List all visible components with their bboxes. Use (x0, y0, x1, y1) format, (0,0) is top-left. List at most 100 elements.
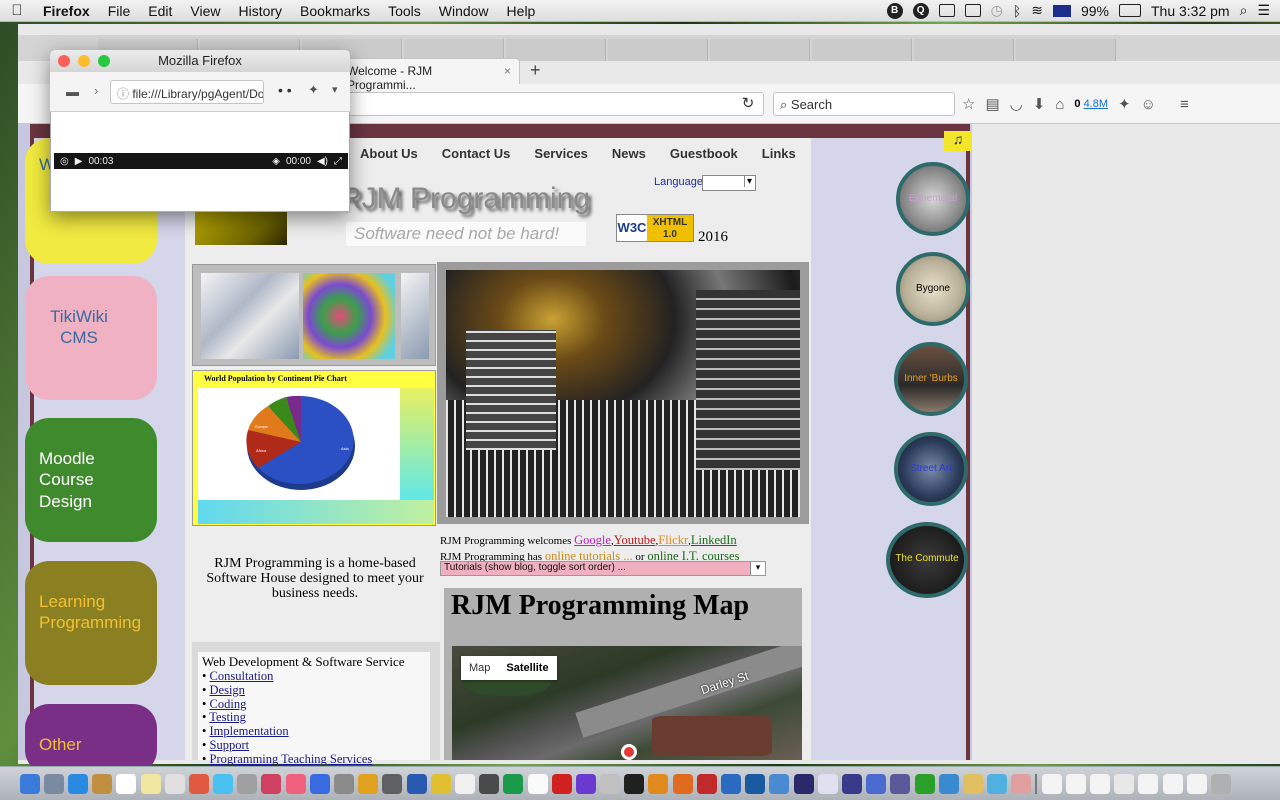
volume-icon[interactable]: ◀) (317, 156, 328, 167)
app-icon[interactable] (261, 773, 282, 794)
wifi-icon[interactable]: ≋ (1031, 2, 1043, 19)
background-tab[interactable] (608, 39, 708, 61)
app-icon[interactable] (817, 773, 838, 794)
addon-badge[interactable]: 0 4.8M (1074, 98, 1108, 110)
tab-active[interactable]: Welcome - RJM Programmi... × (340, 58, 520, 92)
app-icon[interactable] (575, 773, 596, 794)
thumbnail-strip[interactable] (192, 264, 436, 366)
window-thumbnail[interactable] (1162, 773, 1183, 794)
addon-icon[interactable]: ✦ (1118, 95, 1131, 113)
map-button[interactable]: Map (461, 656, 498, 680)
popup-url-field[interactable]: ⓘ file:///Library/pgAgent/Dov (110, 80, 264, 104)
service-support[interactable]: Support (210, 738, 250, 752)
background-tab[interactable] (812, 39, 912, 61)
background-tab[interactable] (710, 39, 810, 61)
menu-view[interactable]: View (181, 3, 229, 19)
finder-icon[interactable] (19, 773, 40, 794)
app-icon[interactable] (92, 773, 113, 794)
menu-app-firefox[interactable]: Firefox (34, 3, 99, 19)
thumbnail-map-image[interactable] (303, 273, 395, 359)
chrome-icon[interactable] (503, 773, 524, 794)
app-icon[interactable] (1011, 773, 1032, 794)
circle-link-ephemeral[interactable]: Ephemeral (896, 162, 970, 236)
link-linkedin[interactable]: LinkedIn (691, 533, 737, 547)
menu-edit[interactable]: Edit (139, 3, 181, 19)
window-thumbnail[interactable] (1090, 773, 1111, 794)
circle-link-street-art[interactable]: Street Art (894, 432, 968, 506)
notes-icon[interactable] (140, 773, 161, 794)
sidebar-item-moodle[interactable]: Moodle Course Design (25, 418, 157, 542)
time-machine-icon[interactable]: ◷ (991, 2, 1003, 19)
window-thumbnail[interactable] (1065, 773, 1086, 794)
more-icon[interactable]: • • (278, 82, 292, 98)
reading-list-icon[interactable]: ▤ (985, 95, 999, 113)
home-icon[interactable]: ⌂ (1055, 96, 1064, 113)
nav-links[interactable]: Links (762, 146, 796, 161)
flag-icon[interactable] (1052, 4, 1071, 17)
fullscreen-icon[interactable]: ⤢ (334, 156, 342, 167)
launchpad-icon[interactable] (43, 773, 64, 794)
nav-services[interactable]: Services (534, 146, 588, 161)
thumbnail-image[interactable] (201, 273, 299, 359)
nav-guestbook[interactable]: Guestbook (670, 146, 738, 161)
messages-icon[interactable] (213, 773, 234, 794)
play-icon[interactable]: ▶ (75, 156, 83, 167)
app-icon[interactable] (745, 773, 766, 794)
photos-icon[interactable] (188, 773, 209, 794)
popup-titlebar[interactable]: Mozilla Firefox (50, 50, 350, 72)
language-select[interactable] (702, 175, 756, 191)
close-window-button[interactable] (58, 55, 70, 67)
service-coding[interactable]: Coding (210, 697, 247, 711)
minimize-window-button[interactable] (78, 55, 90, 67)
app-icon[interactable] (890, 773, 911, 794)
battery-percent[interactable]: 99% (1081, 3, 1109, 19)
app-icon[interactable] (648, 773, 669, 794)
app-icon[interactable] (479, 773, 500, 794)
search-input[interactable]: ⌕ Search (773, 92, 955, 116)
document-icon[interactable] (527, 773, 548, 794)
app-icon[interactable] (866, 773, 887, 794)
app-icon[interactable] (237, 773, 258, 794)
window-thumbnail[interactable] (1114, 773, 1135, 794)
music-note-icon[interactable]: ♫ (944, 131, 972, 151)
battery-icon[interactable] (1118, 4, 1141, 17)
status-app-icon[interactable] (938, 4, 955, 17)
window-thumbnail[interactable] (1138, 773, 1159, 794)
notification-center-icon[interactable]: ☰ (1257, 2, 1270, 19)
url-bar[interactable] (340, 92, 764, 116)
app-icon[interactable] (382, 773, 403, 794)
thumbnail-image[interactable] (401, 273, 429, 359)
circle-link-the-commute[interactable]: The Commute (886, 522, 968, 598)
spotlight-search-icon[interactable]: ⌕ (1240, 2, 1248, 19)
hamburger-menu-icon[interactable]: ≡ (1180, 96, 1189, 113)
opera-icon[interactable] (551, 773, 572, 794)
app-store-icon[interactable] (309, 773, 330, 794)
apple-menu-icon[interactable]:  (0, 2, 34, 19)
loop-icon[interactable]: ◎ (60, 156, 69, 167)
app-icon[interactable] (454, 773, 475, 794)
document-stack-icon[interactable] (1041, 773, 1062, 794)
menu-bookmarks[interactable]: Bookmarks (291, 3, 379, 19)
pocket-icon[interactable]: ◡ (1010, 95, 1023, 113)
window-thumbnail[interactable] (1186, 773, 1207, 794)
app-icon[interactable] (164, 773, 185, 794)
reload-icon[interactable]: ↻ (738, 94, 758, 114)
map-pin-icon[interactable] (621, 744, 637, 760)
addon-icon[interactable]: ✦ (308, 82, 319, 98)
service-teaching[interactable]: Programming Teaching Services (210, 752, 373, 766)
chat-icon[interactable]: ☺ (1141, 96, 1156, 113)
feature-photo[interactable] (446, 270, 800, 517)
calendar-icon[interactable] (116, 773, 137, 794)
satellite-button[interactable]: Satellite (498, 656, 556, 680)
nav-news[interactable]: News (612, 146, 646, 161)
menu-help[interactable]: Help (498, 3, 545, 19)
app-icon[interactable] (914, 773, 935, 794)
menu-window[interactable]: Window (430, 3, 498, 19)
app-icon[interactable] (721, 773, 742, 794)
app-icon[interactable] (769, 773, 790, 794)
chevron-down-icon[interactable]: ▾ (332, 83, 338, 96)
video-camera-icon[interactable] (964, 4, 981, 17)
app-icon[interactable] (938, 773, 959, 794)
music-icon[interactable] (285, 773, 306, 794)
service-design[interactable]: Design (210, 683, 245, 697)
